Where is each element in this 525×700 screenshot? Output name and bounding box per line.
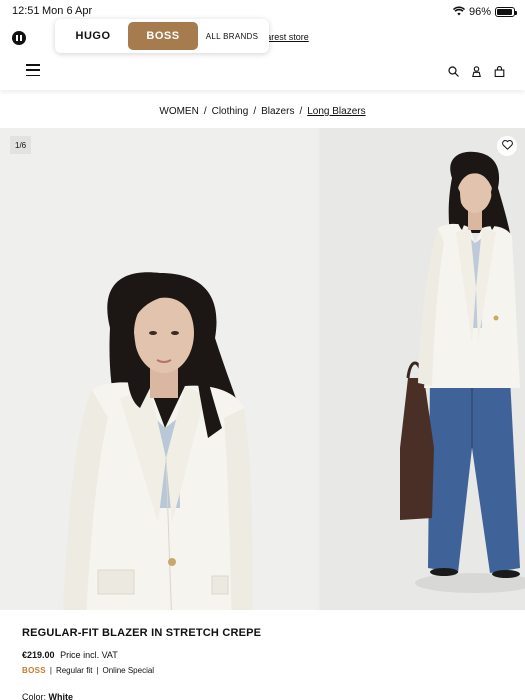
color-label: Color: bbox=[22, 692, 47, 700]
color-value: White bbox=[48, 692, 74, 700]
image-counter: 1/6 bbox=[10, 136, 32, 154]
product-gallery[interactable]: 1/6 bbox=[0, 128, 525, 610]
product-image-main[interactable]: 1/6 bbox=[0, 128, 318, 610]
breadcrumb-clothing[interactable]: Clothing bbox=[212, 106, 249, 117]
search-icon[interactable] bbox=[448, 64, 459, 77]
online-special-tag: Online Special bbox=[102, 666, 155, 675]
brand-all-button[interactable]: ALL BRANDS bbox=[198, 22, 266, 50]
status-time: 12:51 bbox=[12, 5, 40, 17]
account-icon[interactable] bbox=[471, 64, 482, 78]
battery-fill bbox=[497, 9, 513, 15]
heart-icon bbox=[501, 137, 513, 155]
price-row: €219.00 Price incl. VAT bbox=[22, 650, 118, 660]
product-tags: BOSS | Regular fit | Online Special bbox=[22, 666, 155, 675]
brand-boss-button[interactable]: BOSS bbox=[128, 22, 198, 50]
breadcrumb: WOMEN / Clothing / Blazers / Long Blazers bbox=[159, 106, 366, 117]
wifi-icon bbox=[452, 6, 465, 19]
battery-icon bbox=[495, 7, 517, 17]
product-title: REGULAR-FIT BLAZER IN STRETCH CREPE bbox=[22, 627, 262, 639]
site-header bbox=[0, 50, 525, 90]
brand-hugo-button[interactable]: HUGO bbox=[58, 22, 128, 50]
status-date: Mon 6 Apr bbox=[42, 5, 93, 17]
breadcrumb-blazers[interactable]: Blazers bbox=[261, 106, 294, 117]
header-actions bbox=[448, 64, 505, 78]
menu-icon[interactable] bbox=[26, 64, 40, 76]
battery-percent: 96% bbox=[468, 6, 491, 18]
product-image-secondary[interactable] bbox=[320, 128, 525, 610]
brand-tag: BOSS bbox=[22, 666, 46, 675]
price-note: Price incl. VAT bbox=[60, 650, 118, 660]
product-price: €219.00 bbox=[22, 650, 55, 660]
bag-icon[interactable] bbox=[494, 64, 505, 78]
color-selector-label: Color: White bbox=[22, 692, 73, 700]
favorite-button[interactable] bbox=[497, 136, 517, 156]
breadcrumb-long-blazers[interactable]: Long Blazers bbox=[307, 106, 365, 117]
breadcrumb-women[interactable]: WOMEN bbox=[159, 106, 198, 117]
fit-tag: Regular fit bbox=[55, 666, 93, 675]
status-indicators: 96% bbox=[452, 5, 517, 19]
brand-switcher: HUGO BOSS ALL BRANDS bbox=[55, 19, 269, 53]
